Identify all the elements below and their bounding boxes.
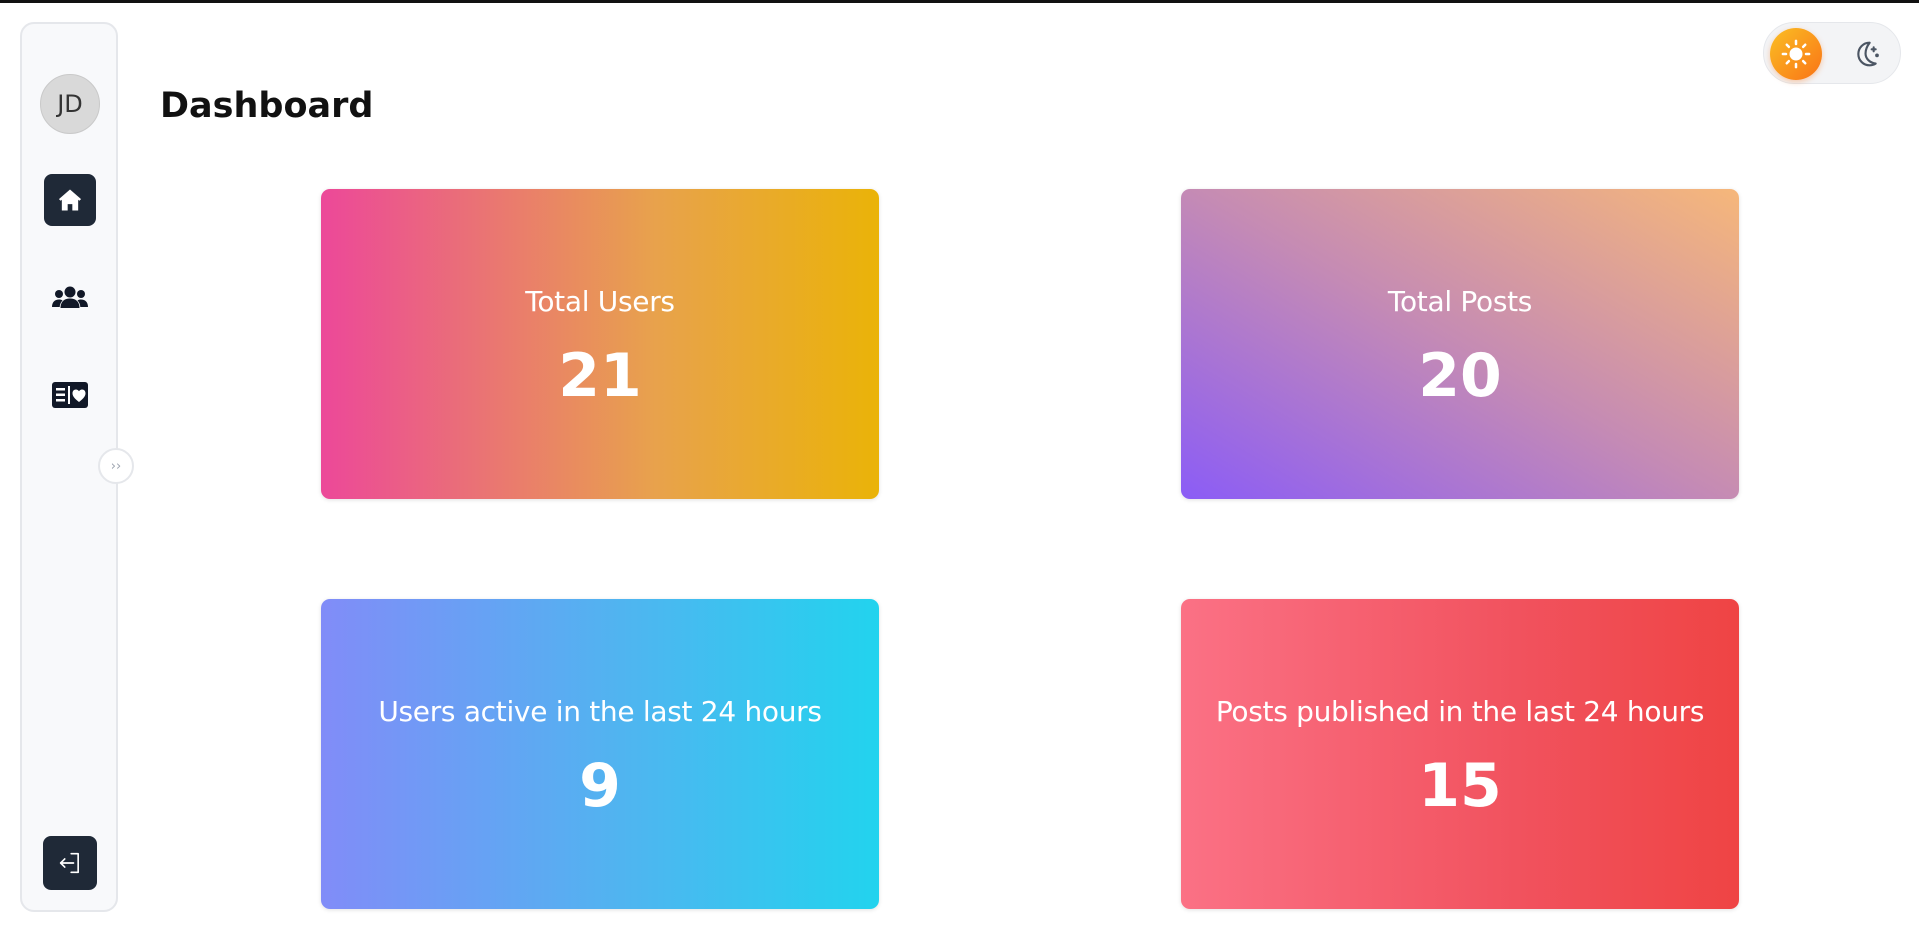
moon-icon xyxy=(1857,41,1879,67)
users-icon xyxy=(52,286,88,308)
theme-toggle xyxy=(1763,22,1901,84)
stat-card-active-users: Users active in the last 24 hours 9 xyxy=(321,599,879,909)
stat-card-value: 15 xyxy=(1418,751,1502,821)
stat-card-published-posts: Posts published in the last 24 hours 15 xyxy=(1181,599,1739,909)
stat-card-total-users: Total Users 21 xyxy=(321,189,879,499)
stat-card-label: Total Posts xyxy=(1387,285,1533,318)
stat-card-value: 20 xyxy=(1418,341,1502,411)
post-heart-icon xyxy=(52,382,88,408)
stat-card-total-posts: Total Posts 20 xyxy=(1181,189,1739,499)
sidebar-item-users[interactable] xyxy=(44,272,96,324)
sun-icon xyxy=(1781,39,1811,69)
page-title: Dashboard xyxy=(160,86,374,126)
stat-card-value: 21 xyxy=(558,341,642,411)
stat-card-value: 9 xyxy=(579,751,621,821)
window-top-border xyxy=(0,0,1919,3)
sidebar-collapse-button[interactable]: ›› xyxy=(98,448,134,484)
logout-button[interactable] xyxy=(43,836,97,890)
avatar[interactable]: JD xyxy=(40,74,100,134)
sidebar-item-home[interactable] xyxy=(44,174,96,226)
logout-icon xyxy=(59,852,79,874)
light-mode-button[interactable] xyxy=(1770,28,1822,80)
stat-card-label: Posts published in the last 24 hours xyxy=(1215,695,1705,728)
home-icon xyxy=(58,189,82,211)
stat-card-label: Total Users xyxy=(525,285,675,318)
dark-mode-button[interactable] xyxy=(1844,33,1886,75)
stat-card-label: Users active in the last 24 hours xyxy=(378,695,822,728)
sidebar-item-posts[interactable] xyxy=(44,369,96,421)
chevron-double-right-icon: ›› xyxy=(110,458,122,474)
